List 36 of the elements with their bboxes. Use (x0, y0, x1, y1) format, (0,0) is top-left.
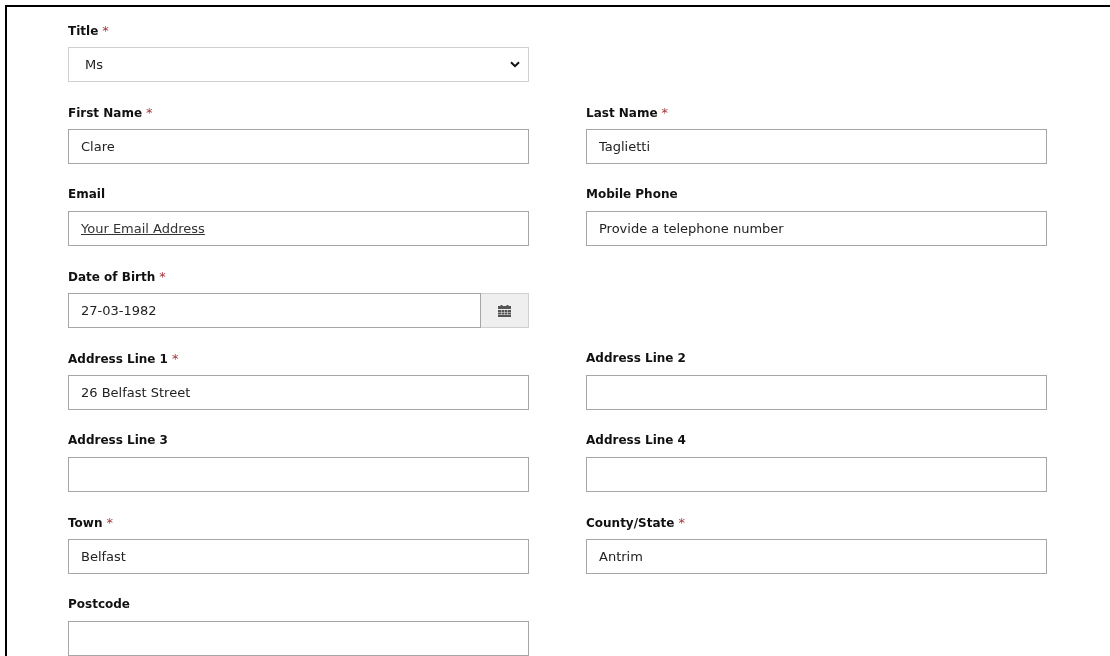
field-label: County/State (586, 516, 675, 530)
field-label: Address Line 4 (586, 433, 686, 447)
text-field[interactable]: Belfast (68, 539, 529, 574)
field-label: Address Line 1 (68, 352, 168, 366)
text-field[interactable]: Provide a telephone number (586, 211, 1047, 246)
field-label: Address Line 2 (586, 351, 686, 365)
field-label: Town (68, 516, 103, 530)
calendar-icon (498, 304, 511, 317)
text-field[interactable] (68, 621, 529, 656)
field-label: Date of Birth (68, 270, 156, 284)
email-field[interactable]: Your Email Address (68, 211, 529, 246)
text-field[interactable] (586, 375, 1047, 410)
text-field[interactable]: Taglietti (586, 129, 1047, 164)
required-asterisk: * (102, 23, 109, 38)
calendar-button[interactable] (481, 293, 529, 328)
text-field[interactable]: 26 Belfast Street (68, 375, 529, 410)
field-label: Postcode (68, 597, 130, 611)
field-label: Mobile Phone (586, 187, 678, 201)
field-label: First Name (68, 106, 143, 120)
chevron-down-icon (510, 61, 520, 68)
field-label: Email (68, 187, 106, 201)
date-field[interactable]: 27-03-1982 (68, 293, 481, 328)
required-asterisk: * (146, 105, 153, 120)
required-asterisk: * (159, 269, 166, 284)
field-label: Last Name (586, 106, 658, 120)
required-asterisk: * (661, 105, 669, 120)
required-asterisk: * (106, 515, 113, 530)
required-asterisk: * (678, 515, 685, 530)
title-dropdown[interactable]: Ms (68, 47, 529, 82)
required-asterisk: * (171, 351, 179, 366)
text-field[interactable] (586, 457, 1047, 492)
text-field[interactable] (68, 457, 529, 492)
field-label: Title (68, 24, 99, 38)
text-field[interactable]: Clare (68, 129, 529, 164)
field-label: Address Line 3 (68, 433, 168, 447)
text-field[interactable]: Antrim (586, 539, 1047, 574)
